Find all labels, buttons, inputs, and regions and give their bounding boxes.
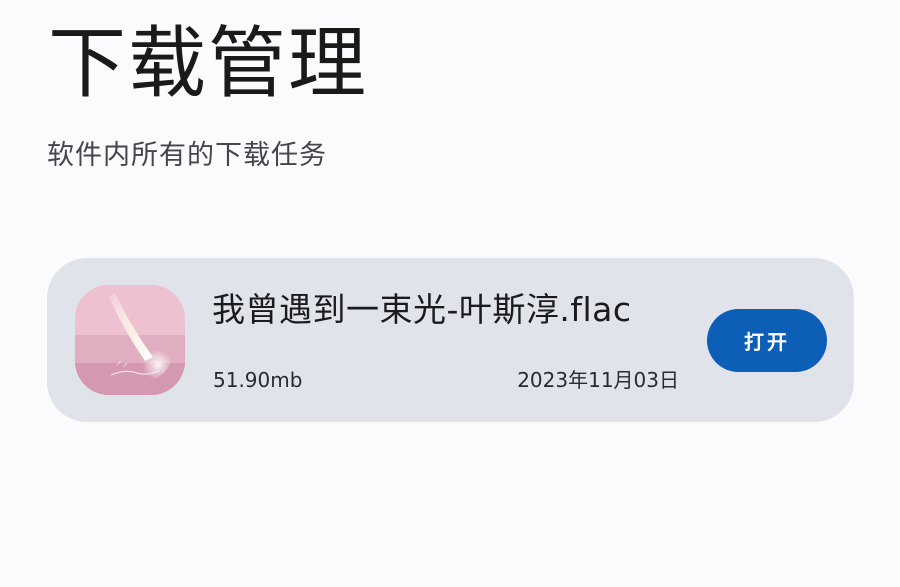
download-date: 2023年11月03日: [517, 368, 679, 392]
download-item-card[interactable]: 我曾遇到一束光-叶斯淳.flac 51.90mb 2023年11月03日 打开: [47, 258, 854, 422]
page-subtitle: 软件内所有的下载任务: [47, 140, 327, 171]
open-file-button[interactable]: 打开: [707, 309, 827, 372]
download-file-name: 我曾遇到一束光-叶斯淳.flac: [212, 290, 632, 329]
album-cover-art-icon: [75, 285, 185, 395]
download-file-size: 51.90mb: [213, 368, 303, 392]
page-title: 下载管理: [48, 19, 369, 109]
album-cover-thumbnail: [75, 285, 185, 395]
